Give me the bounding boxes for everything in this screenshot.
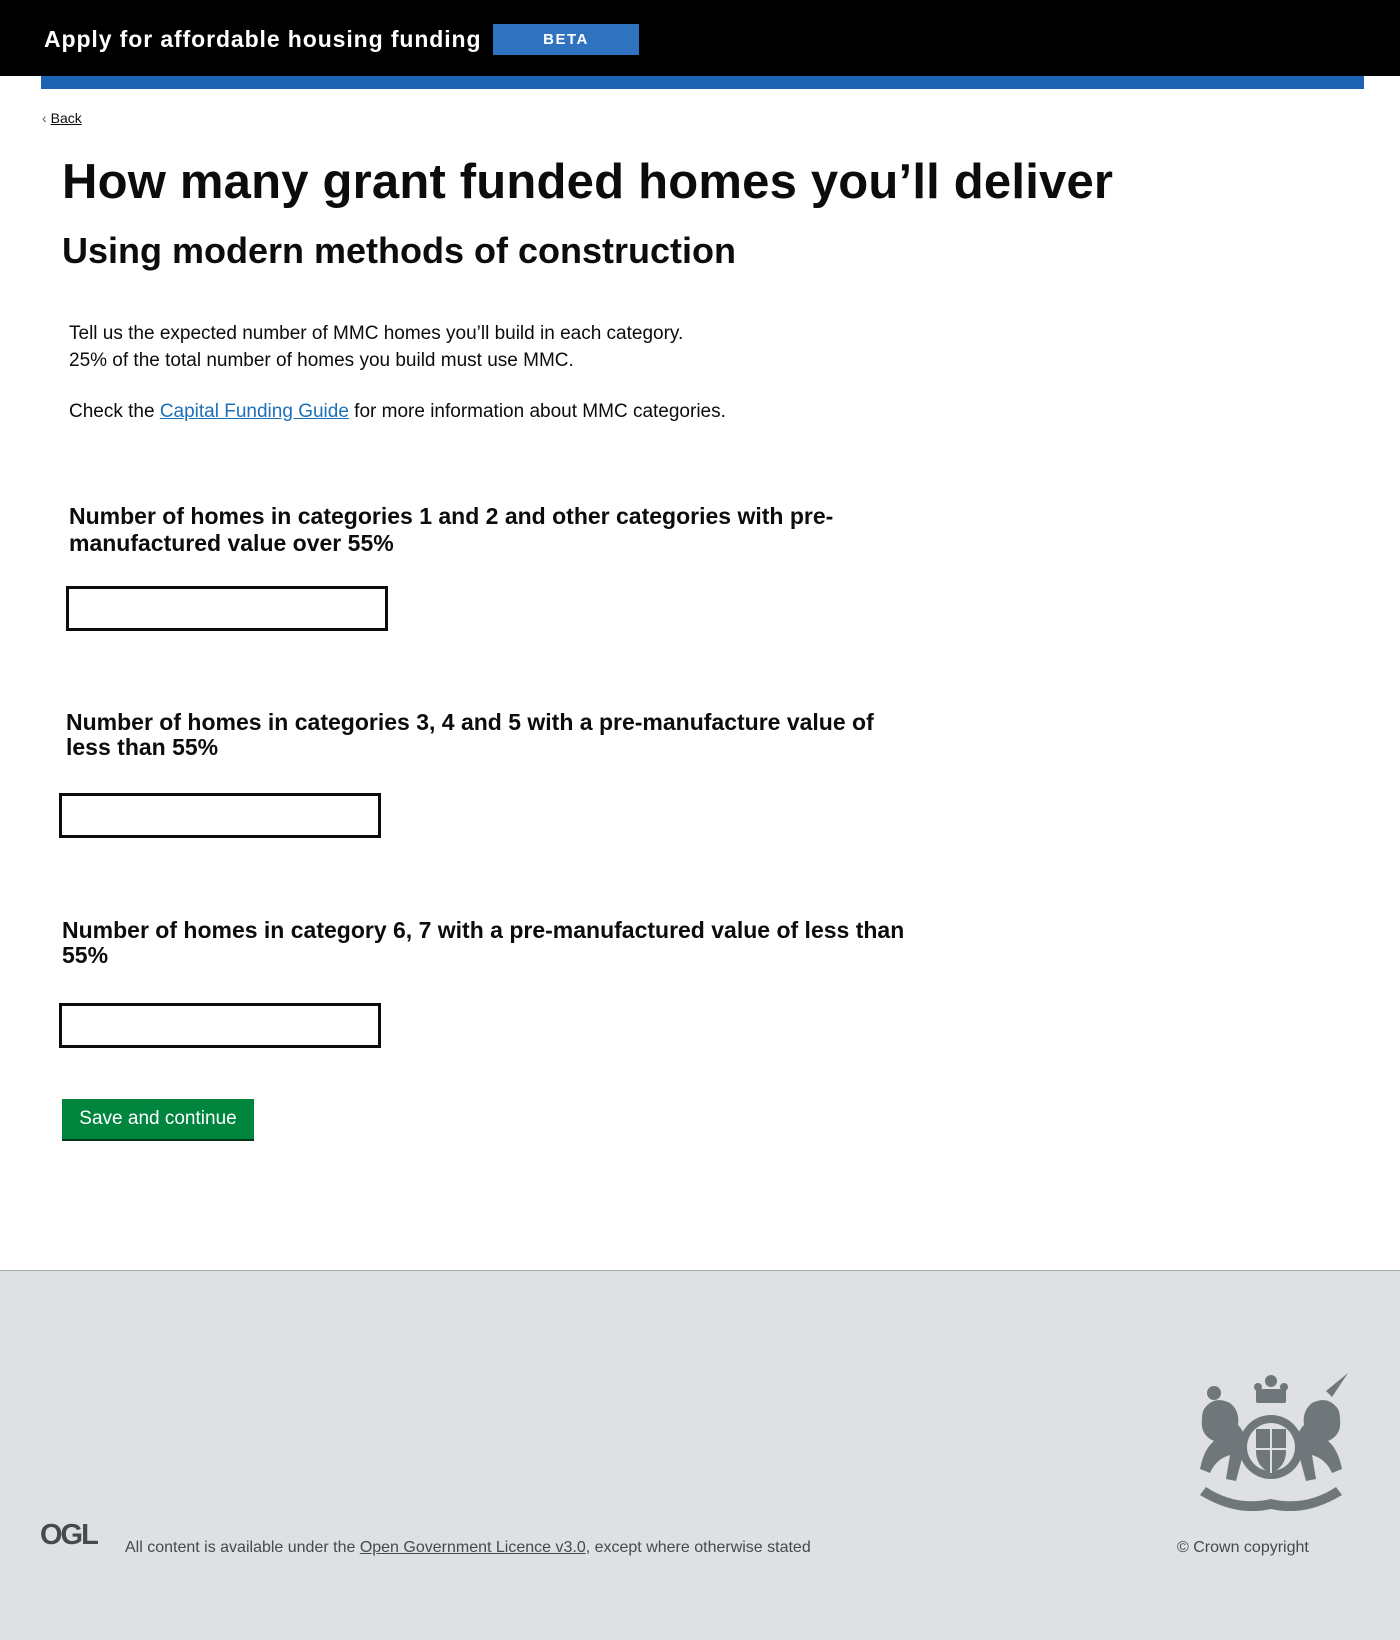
page-subtitle: Using modern methods of construction (62, 230, 737, 271)
crown-copyright-link[interactable]: © Crown copyright (1177, 1539, 1309, 1557)
licence-suffix: , except where otherwise stated (585, 1539, 811, 1556)
question-1-input[interactable] (66, 586, 388, 631)
ogl-logo: OGL (40, 1519, 99, 1551)
licence-prefix: All content is available under the (125, 1539, 360, 1556)
page-title: How many grant funded homes you’ll deliv… (62, 155, 1114, 209)
capital-funding-guide-link[interactable]: Capital Funding Guide (160, 401, 349, 422)
open-government-licence-link[interactable]: Open Government Licence v3.0 (360, 1539, 586, 1556)
question-2-label: Number of homes in categories 3, 4 and 5… (66, 709, 874, 760)
guide-suffix: for more information about MMC categorie… (348, 401, 726, 422)
service-name[interactable]: Apply for affordable housing funding (44, 26, 481, 53)
licence-text: All content is available under the Open … (125, 1539, 811, 1557)
royal-coat-of-arms-icon (1200, 1373, 1348, 1511)
header-stripe (41, 76, 1364, 89)
intro-text: Tell us the expected number of MMC homes… (69, 320, 969, 374)
chevron-left-icon: ‹ (42, 110, 47, 126)
site-footer: OGL All content is available under the O… (0, 1270, 1400, 1640)
question-3-label: Number of homes in category 6, 7 with a … (62, 917, 905, 968)
question-1-label: Number of homes in categories 1 and 2 an… (69, 503, 834, 556)
intro-line-1: Tell us the expected number of MMC homes… (69, 323, 684, 344)
back-link-label: Back (50, 110, 82, 126)
intro-line-2: 25% of the total number of homes you bui… (69, 350, 574, 371)
back-link[interactable]: ‹ Back (42, 110, 82, 126)
site-header: Apply for affordable housing funding BET… (0, 0, 1400, 76)
phase-tag: BETA (493, 24, 639, 55)
question-2-input[interactable] (59, 793, 381, 838)
guide-paragraph: Check the Capital Funding Guide for more… (69, 401, 726, 423)
question-3-input[interactable] (59, 1003, 381, 1048)
save-and-continue-button[interactable]: Save and continue (62, 1099, 254, 1139)
guide-prefix: Check the (69, 401, 160, 422)
